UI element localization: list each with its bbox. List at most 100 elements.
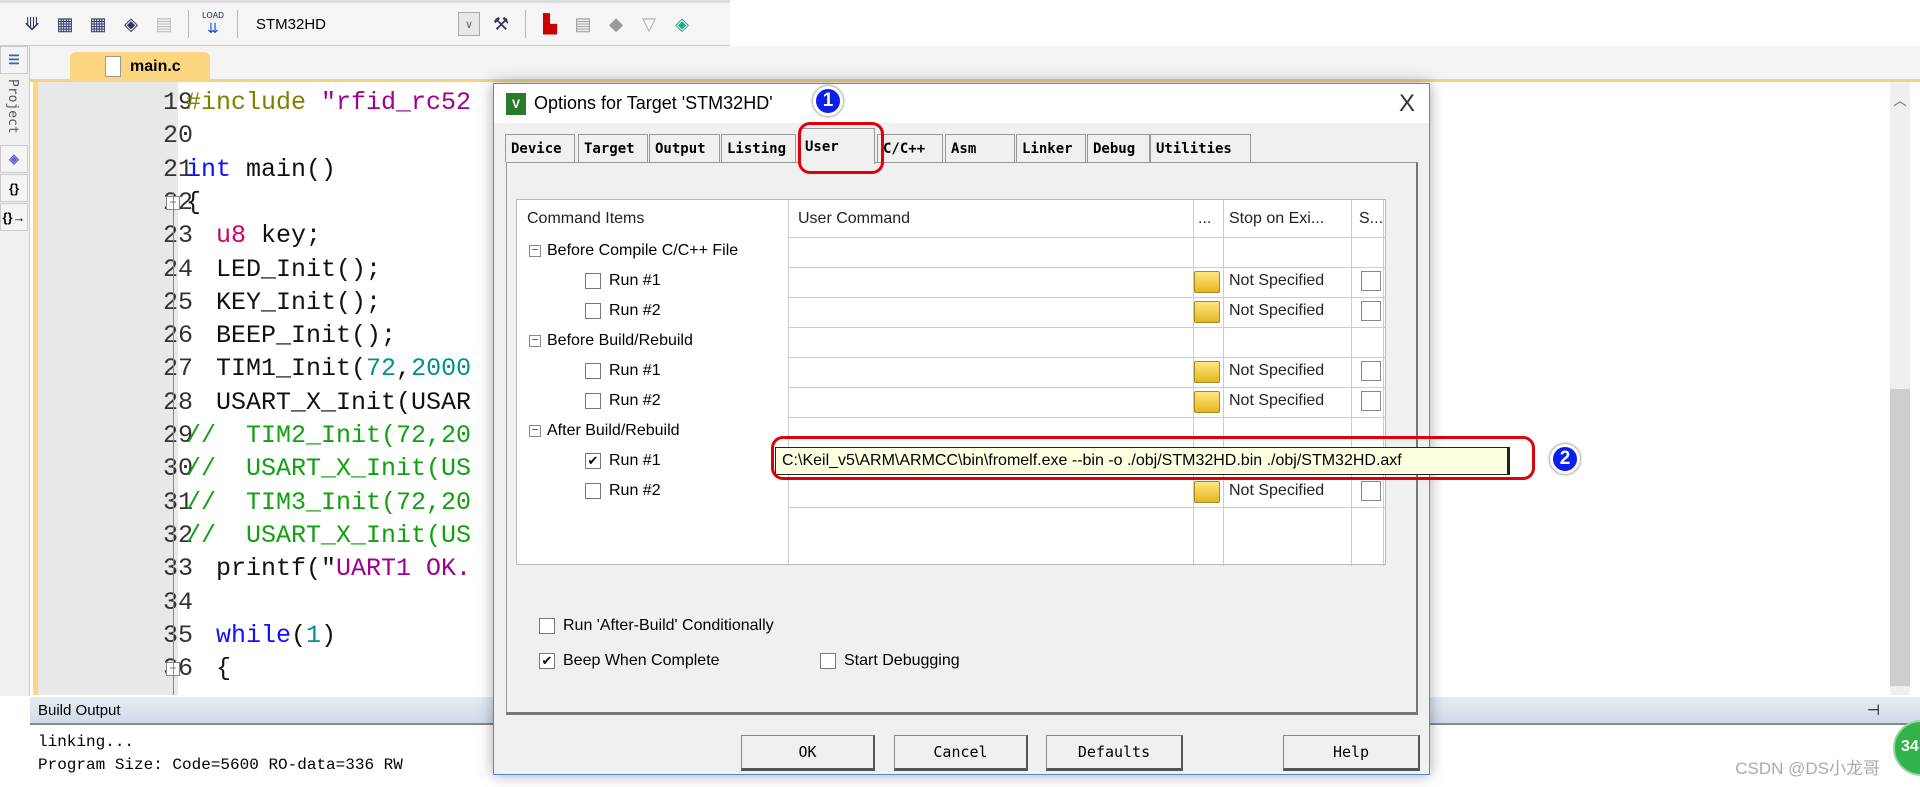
checkbox-checked[interactable]: ✔ xyxy=(539,653,555,669)
target-options-icon[interactable]: ⚒ xyxy=(489,12,513,36)
event-recorder-icon[interactable]: ◈ xyxy=(670,12,694,36)
stop-on-exit-value[interactable]: Not Specified xyxy=(1229,272,1324,290)
target-select[interactable]: STM32HD ∨ xyxy=(250,11,480,37)
line-number: 28 xyxy=(162,387,193,417)
tab-debug[interactable]: Debug xyxy=(1087,134,1150,162)
annotation-badge-1: 1 xyxy=(813,86,843,116)
checkbox[interactable] xyxy=(585,273,601,289)
code-token: while xyxy=(216,620,292,650)
close-button[interactable]: X xyxy=(1399,90,1415,118)
select-packs-icon[interactable]: ▤ xyxy=(571,12,595,36)
tab-output[interactable]: Output xyxy=(649,134,720,162)
collapse-icon[interactable]: − xyxy=(529,245,541,257)
start-debugging-checkbox[interactable]: Start Debugging xyxy=(820,652,960,670)
fold-line xyxy=(173,192,174,695)
tab-device[interactable]: Device xyxy=(505,134,575,162)
checkbox[interactable] xyxy=(585,393,601,409)
line-number: 21 xyxy=(162,154,193,184)
s-checkbox[interactable] xyxy=(1361,301,1381,321)
translate-icon[interactable]: ⟱ xyxy=(20,12,44,36)
browse-folder-icon[interactable] xyxy=(1194,301,1220,323)
browse-folder-icon[interactable] xyxy=(1194,361,1220,383)
code-line: TIM1_Init(72,2000 xyxy=(186,352,471,385)
collapse-icon[interactable]: − xyxy=(529,335,541,347)
code-line: while(1) xyxy=(186,619,336,652)
browse-folder-icon[interactable] xyxy=(1194,271,1220,293)
scroll-up-icon[interactable]: ︿ xyxy=(1890,90,1910,109)
build-output-title: Build Output xyxy=(38,702,121,719)
watermark: CSDN @DS小龙哥 xyxy=(1735,759,1880,778)
tab-main-c[interactable]: main.c xyxy=(70,52,210,82)
run-item[interactable]: Run #1 xyxy=(585,362,661,380)
run-label: Run #1 xyxy=(609,452,661,469)
project-tab[interactable]: Project xyxy=(0,75,20,145)
templates-icon[interactable]: {}→ xyxy=(0,203,28,231)
tab-linker[interactable]: Linker xyxy=(1016,134,1086,162)
books-icon[interactable]: ◈ xyxy=(0,145,28,173)
tab-asm[interactable]: Asm xyxy=(945,134,1015,162)
checkbox[interactable] xyxy=(585,303,601,319)
tab-target[interactable]: Target xyxy=(578,134,648,162)
manage-runtime-icon[interactable]: ▽ xyxy=(637,12,661,36)
command-group: − After Build/Rebuild xyxy=(529,422,680,440)
toolbar-separator xyxy=(237,10,238,38)
batch-build-icon[interactable]: ◈ xyxy=(119,12,143,36)
annotation-badge-2: 2 xyxy=(1550,444,1580,474)
chevron-down-icon[interactable]: ∨ xyxy=(458,12,480,36)
stop-on-exit-value[interactable]: Not Specified xyxy=(1229,362,1324,380)
run-item[interactable]: Run #2 xyxy=(585,392,661,410)
beep-when-complete-checkbox[interactable]: ✔ Beep When Complete xyxy=(539,652,720,670)
s-checkbox[interactable] xyxy=(1361,481,1381,501)
column-divider xyxy=(788,200,789,566)
checkbox[interactable] xyxy=(585,483,601,499)
browse-folder-icon[interactable] xyxy=(1194,481,1220,503)
run-item[interactable]: Run #1 xyxy=(585,272,661,290)
run-label: Run #1 xyxy=(609,272,661,289)
code-token: int xyxy=(186,154,232,184)
code-line: BEEP_Init(); xyxy=(186,319,396,352)
stop-on-exit-value[interactable]: Not Specified xyxy=(1229,392,1324,410)
stop-build-icon[interactable]: ▤ xyxy=(152,12,176,36)
checkbox[interactable] xyxy=(585,363,601,379)
run-item[interactable]: ✔ Run #1 xyxy=(585,452,661,470)
manage-components-icon[interactable]: ▙ xyxy=(538,12,562,36)
stop-on-exit-value[interactable]: Not Specified xyxy=(1229,482,1324,500)
pin-icon[interactable]: ⊣ xyxy=(1867,701,1880,719)
code-line: // TIM2_Init(72,20 xyxy=(186,419,471,452)
collapse-icon[interactable]: − xyxy=(529,425,541,437)
project-window-icon[interactable]: ☰ xyxy=(0,46,28,74)
code-token: // USART_X_Init(US xyxy=(186,520,472,550)
s-checkbox[interactable] xyxy=(1361,391,1381,411)
checkbox[interactable] xyxy=(820,653,836,669)
run-item[interactable]: Run #2 xyxy=(585,482,661,500)
checkbox[interactable] xyxy=(539,618,555,634)
code-token: UART1 OK. xyxy=(336,554,472,584)
help-button[interactable]: Help xyxy=(1283,735,1420,771)
s-checkbox[interactable] xyxy=(1361,271,1381,291)
rebuild-icon[interactable]: ▦ xyxy=(86,12,110,36)
checkbox-checked[interactable]: ✔ xyxy=(585,453,601,469)
build-icon[interactable]: ▦ xyxy=(53,12,77,36)
tab-listing[interactable]: Listing xyxy=(721,134,796,162)
option-label: Start Debugging xyxy=(844,652,960,669)
load-icon[interactable]: LOAD ⇊ xyxy=(201,11,225,36)
line-number: 25 xyxy=(162,287,193,317)
row-divider xyxy=(788,297,1386,298)
tab-utilities[interactable]: Utilities xyxy=(1150,134,1251,162)
ok-button[interactable]: OK xyxy=(741,735,875,771)
browse-folder-icon[interactable] xyxy=(1194,391,1220,413)
scrollbar-thumb[interactable] xyxy=(1890,389,1910,686)
run-after-build-conditionally-checkbox[interactable]: Run 'After-Build' Conditionally xyxy=(539,617,774,635)
stop-on-exit-value[interactable]: Not Specified xyxy=(1229,302,1324,320)
line-number: 20 xyxy=(162,121,193,151)
cancel-button[interactable]: Cancel xyxy=(894,735,1028,771)
run-item[interactable]: Run #2 xyxy=(585,302,661,320)
tab-cc[interactable]: C/C++ xyxy=(877,134,943,162)
defaults-button[interactable]: Defaults xyxy=(1046,735,1183,771)
functions-icon[interactable]: {} xyxy=(0,174,28,202)
pack-installer-icon[interactable]: ◆ xyxy=(604,12,628,36)
options-for-target-dialog: V Options for Target 'STM32HD' X Device T… xyxy=(493,83,1580,775)
s-checkbox[interactable] xyxy=(1361,361,1381,381)
